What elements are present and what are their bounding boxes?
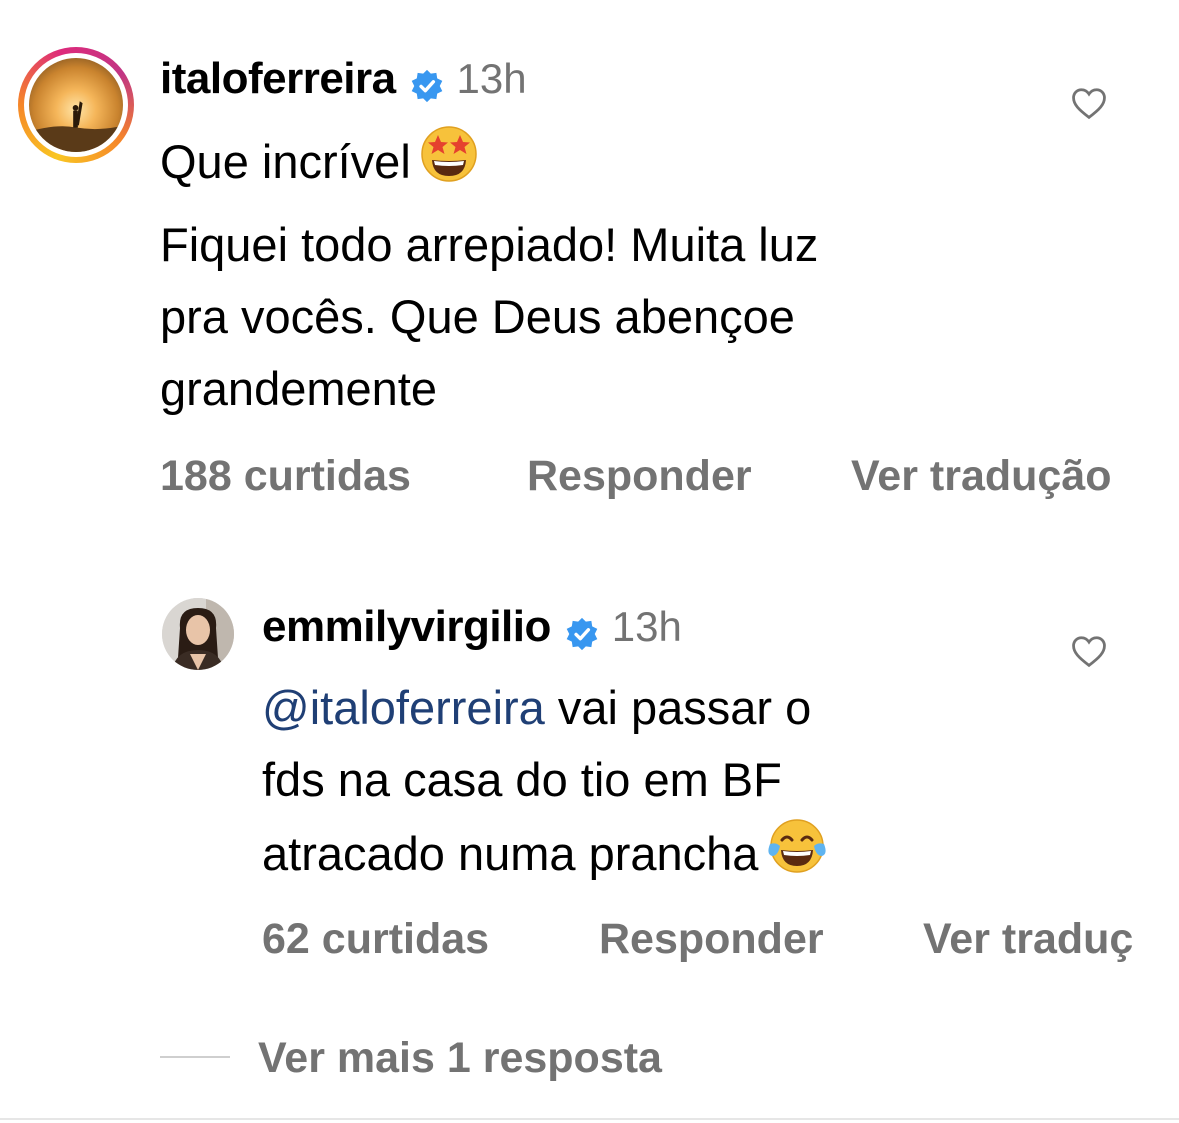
likes-count[interactable]: 62 curtidas [262, 918, 489, 961]
translate-button[interactable]: Ver tradução [851, 455, 1112, 498]
timestamp: 13h [456, 55, 527, 102]
likes-count[interactable]: 188 curtidas [160, 455, 411, 498]
comment-text-line: atracado numa prancha [262, 816, 828, 896]
reply-button[interactable]: Responder [527, 455, 752, 498]
comment-text-line: Fiquei todo arrepiado! Muita luz [160, 218, 819, 271]
mention-link[interactable]: @italoferreira [262, 681, 545, 734]
translate-button[interactable]: Ver traduç [923, 918, 1133, 961]
comment-text: vai passar o [544, 681, 812, 734]
avatar-italoferreira[interactable] [18, 47, 134, 163]
comment-text: Que incrível [160, 135, 411, 188]
comment-text-line: fds na casa do tio em BF [262, 753, 782, 806]
heart-icon [1072, 88, 1106, 120]
reply-button[interactable]: Responder [599, 918, 824, 961]
username[interactable]: italoferreira [160, 54, 396, 103]
avatar-emmilyvirgilio[interactable] [162, 598, 234, 670]
comment-text-line: grandemente [160, 362, 437, 415]
like-button[interactable] [1070, 86, 1108, 125]
like-button[interactable] [1070, 634, 1108, 673]
comment-header: italoferreira 13h [160, 57, 527, 107]
comment-text-line: Que incrível [160, 124, 479, 204]
star-struck-emoji-icon [419, 124, 479, 204]
view-more-replies-button[interactable]: Ver mais 1 resposta [258, 1037, 662, 1080]
verified-badge-icon [565, 617, 599, 656]
face-with-tears-of-joy-emoji-icon [766, 816, 828, 896]
comment-text-line: @italoferreira vai passar o [262, 672, 811, 744]
timestamp: 13h [611, 603, 682, 650]
thread-line-divider [160, 1056, 230, 1058]
username[interactable]: emmilyvirgilio [262, 602, 551, 651]
verified-badge-icon [410, 69, 444, 108]
heart-icon [1072, 636, 1106, 668]
comment-text-line: pra vocês. Que Deus abençoe [160, 290, 795, 343]
comment-text: atracado numa prancha [262, 827, 759, 880]
comment-header: emmilyvirgilio 13h [262, 605, 682, 655]
bottom-divider [0, 1118, 1179, 1120]
